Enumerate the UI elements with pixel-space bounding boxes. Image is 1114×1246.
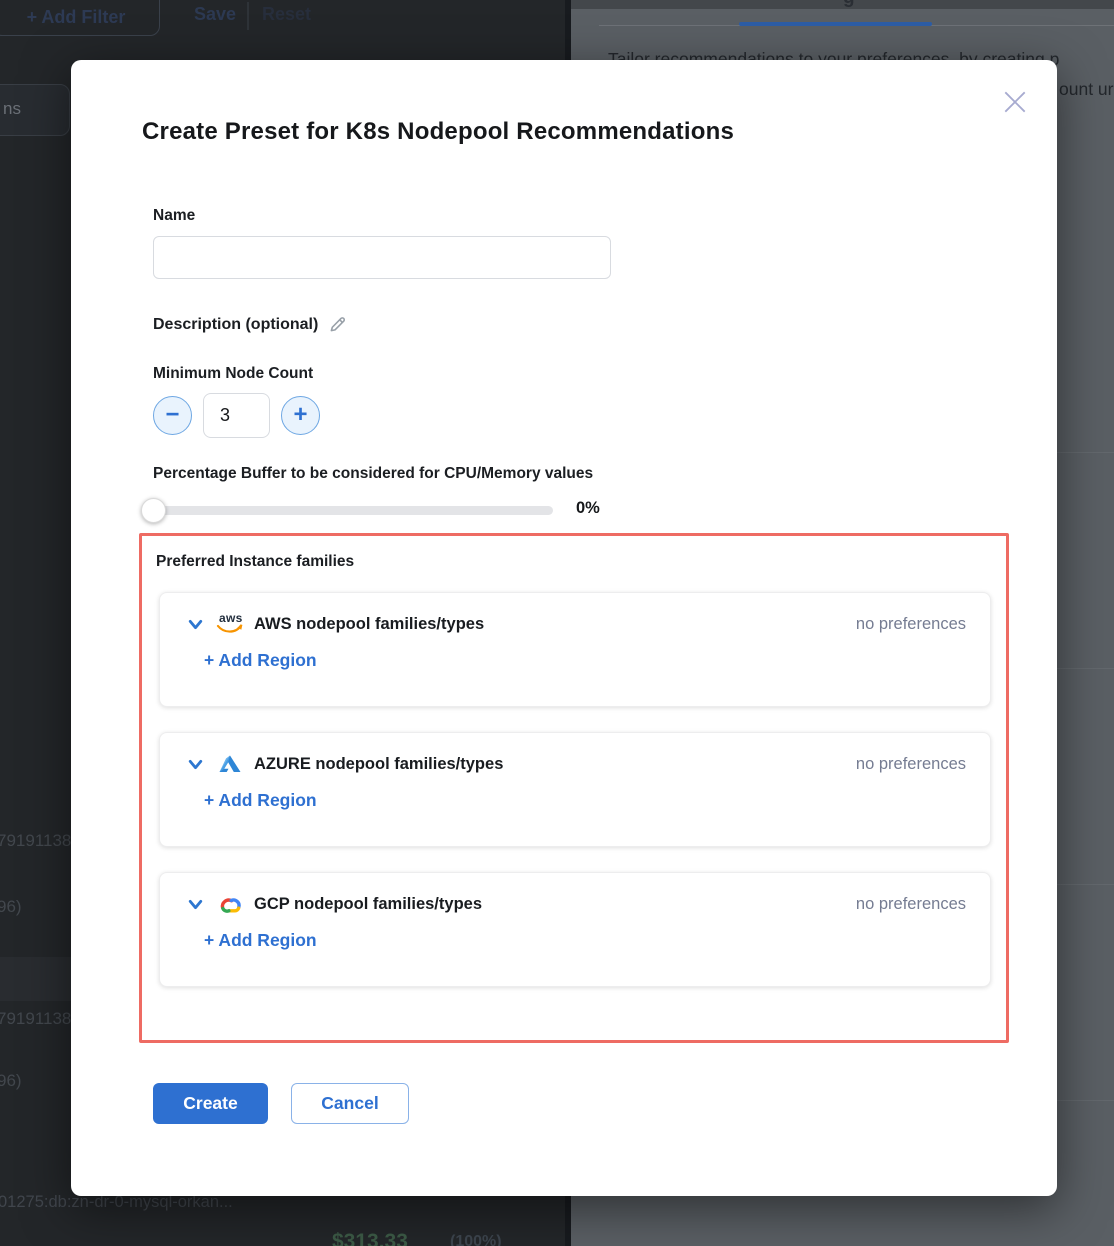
name-label: Name	[153, 207, 195, 225]
panel-top-band: g	[571, 0, 1114, 9]
create-preset-modal: Create Preset for K8s Nodepool Recommend…	[71, 60, 1057, 1196]
provider-label: AZURE nodepool families/types	[254, 755, 503, 774]
node-count-input[interactable]	[203, 393, 270, 438]
toolbar-divider	[247, 2, 249, 30]
add-filter-label: + Add Filter	[27, 7, 126, 28]
provider-status: no preferences	[856, 755, 966, 774]
increment-button[interactable]: +	[281, 396, 320, 435]
reset-button[interactable]: Reset	[262, 4, 311, 25]
node-count-stepper: − +	[153, 393, 320, 438]
description-row: Description (optional)	[153, 315, 347, 334]
slider-track[interactable]	[153, 506, 553, 515]
min-node-count-label: Minimum Node Count	[153, 365, 313, 383]
background-row-id: 79191138	[0, 1009, 71, 1029]
modal-title: Create Preset for K8s Nodepool Recommend…	[142, 118, 734, 146]
provider-card-aws: aws AWS nodepool families/types no prefe…	[159, 592, 991, 707]
provider-header[interactable]: GCP nodepool families/types no preferenc…	[160, 886, 990, 922]
background-cost: $313.33	[332, 1230, 408, 1246]
tab-label-fragment: g	[843, 0, 855, 9]
cancel-button[interactable]: Cancel	[291, 1083, 409, 1124]
aws-logo-icon: aws	[216, 612, 244, 636]
chevron-down-icon[interactable]	[187, 756, 204, 773]
decrement-button[interactable]: −	[153, 396, 192, 435]
background-row-pct: 96)	[0, 1071, 22, 1091]
edit-pencil-icon[interactable]	[328, 315, 347, 334]
add-region-button[interactable]: + Add Region	[204, 790, 317, 811]
add-region-button[interactable]: + Add Region	[204, 930, 317, 951]
provider-card-azure: AZURE nodepool families/types no prefere…	[159, 732, 991, 847]
name-input[interactable]	[153, 236, 611, 279]
gcp-logo-icon	[216, 892, 244, 916]
panel-description-line2: ount ur	[1059, 79, 1113, 100]
background-row-id: 79191138	[0, 831, 71, 851]
background-chip: ns	[0, 84, 70, 136]
background-cost-pct: (100%)	[450, 1233, 502, 1246]
provider-header[interactable]: aws AWS nodepool families/types no prefe…	[160, 606, 990, 642]
chevron-down-icon[interactable]	[187, 616, 204, 633]
provider-status: no preferences	[856, 895, 966, 914]
provider-label: GCP nodepool families/types	[254, 895, 482, 914]
background-chip-text: ns	[3, 99, 21, 119]
add-region-button[interactable]: + Add Region	[204, 650, 317, 671]
add-filter-button[interactable]: + Add Filter	[0, 0, 160, 36]
close-icon[interactable]	[1001, 88, 1029, 116]
description-label: Description (optional)	[153, 316, 318, 334]
provider-card-gcp: GCP nodepool families/types no preferenc…	[159, 872, 991, 987]
buffer-label: Percentage Buffer to be considered for C…	[153, 465, 593, 483]
provider-status: no preferences	[856, 615, 966, 634]
active-tab-underline	[739, 22, 932, 26]
azure-logo-icon	[216, 752, 244, 776]
save-button[interactable]: Save	[194, 4, 236, 25]
screen: + Add Filter Save Reset ns 79191138 96) …	[0, 0, 1114, 1246]
provider-label: AWS nodepool families/types	[254, 615, 484, 634]
create-button[interactable]: Create	[153, 1083, 268, 1124]
chevron-down-icon[interactable]	[187, 896, 204, 913]
buffer-value: 0%	[576, 499, 600, 518]
provider-header[interactable]: AZURE nodepool families/types no prefere…	[160, 746, 990, 782]
preferred-families-label: Preferred Instance families	[156, 553, 354, 571]
modal-actions: Create Cancel	[153, 1083, 409, 1124]
preferred-families-highlight-box: Preferred Instance families aws	[139, 533, 1009, 1043]
buffer-slider: 0%	[153, 497, 623, 523]
background-row-pct: 96)	[0, 897, 22, 917]
slider-thumb[interactable]	[141, 498, 166, 523]
